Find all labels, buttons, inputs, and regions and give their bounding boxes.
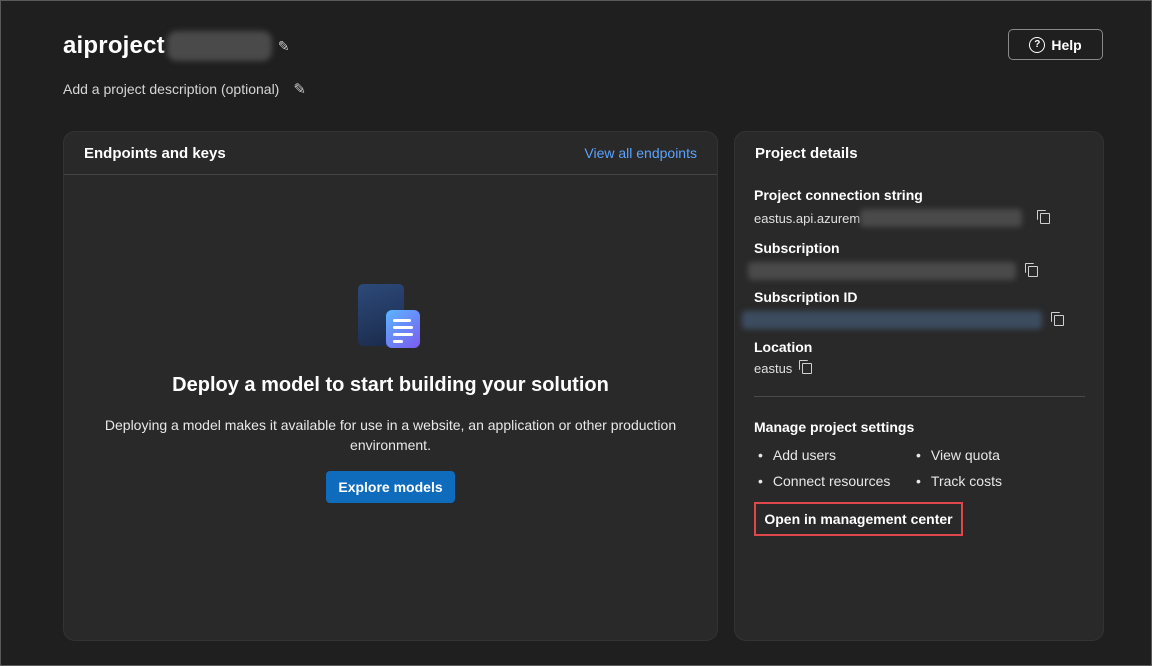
details-divider xyxy=(754,396,1085,397)
help-label: Help xyxy=(1051,36,1082,53)
redacted-subscription xyxy=(748,262,1016,280)
project-details-card: Project details Project connection strin… xyxy=(734,131,1104,641)
empty-state-title: Deploy a model to start building your so… xyxy=(172,374,609,396)
edit-description-icon[interactable]: ✎ xyxy=(293,80,306,98)
view-quota-link[interactable]: View quota xyxy=(912,447,1062,463)
endpoints-title: Endpoints and keys xyxy=(84,144,226,162)
location-value: eastus xyxy=(754,361,793,376)
location-field: Location eastus xyxy=(754,339,812,376)
connection-string-value: eastus.api.azurem xyxy=(754,210,861,226)
view-all-endpoints-link[interactable]: View all endpoints xyxy=(584,145,697,161)
project-title: aiproject xyxy=(63,32,165,59)
description-row: Add a project description (optional) ✎ xyxy=(63,80,306,98)
connect-resources-link[interactable]: Connect resources xyxy=(754,473,912,489)
project-details-header: Project details xyxy=(735,132,1103,174)
redacted-subscription-id xyxy=(742,311,1042,329)
help-icon: ? xyxy=(1029,36,1046,53)
empty-state: Deploy a model to start building your so… xyxy=(64,282,717,503)
open-management-center-button[interactable]: Open in management center xyxy=(754,502,963,536)
manage-settings-heading-wrap: Manage project settings xyxy=(754,419,914,435)
copy-location-icon[interactable] xyxy=(799,360,813,374)
location-label: Location xyxy=(754,339,813,355)
redacted-connection xyxy=(860,209,1023,227)
edit-title-icon[interactable]: ✎ xyxy=(278,38,290,55)
connection-string-value-row: eastus.api.azurem xyxy=(754,209,1051,227)
subscription-id-field: Subscription ID xyxy=(742,289,1064,329)
subscription-label: Subscription xyxy=(754,240,840,256)
help-button[interactable]: ? Help xyxy=(1008,29,1103,60)
description-prompt: Add a project description (optional) xyxy=(63,81,280,97)
empty-state-subtitle: Deploying a model makes it available for… xyxy=(104,417,677,453)
location-value-row: eastus xyxy=(754,360,813,376)
manage-settings-heading: Manage project settings xyxy=(754,419,915,435)
copy-subscription-id-icon[interactable] xyxy=(1051,311,1064,326)
connection-string-label: Project connection string xyxy=(754,187,923,203)
redacted-name xyxy=(166,31,272,61)
track-costs-link[interactable]: Track costs xyxy=(912,473,1062,489)
connection-string-field: Project connection string eastus.api.azu… xyxy=(754,187,1051,227)
add-users-link[interactable]: Add users xyxy=(754,447,912,463)
endpoints-card: Endpoints and keys View all endpoints De… xyxy=(63,131,718,641)
endpoints-header: Endpoints and keys View all endpoints xyxy=(64,132,717,175)
project-title-row: aiproject ✎ xyxy=(63,31,290,61)
project-details-title: Project details xyxy=(755,144,858,162)
document-icon xyxy=(356,282,426,352)
copy-connection-icon[interactable] xyxy=(1037,209,1051,224)
subscription-id-value-row xyxy=(742,311,1064,329)
settings-links: Add users View quota Connect resources T… xyxy=(754,447,1074,489)
subscription-id-label: Subscription ID xyxy=(754,289,858,305)
subscription-field: Subscription xyxy=(748,240,1038,280)
subscription-value-row xyxy=(748,262,1038,280)
copy-subscription-icon[interactable] xyxy=(1025,262,1038,277)
explore-models-button[interactable]: Explore models xyxy=(326,471,455,503)
